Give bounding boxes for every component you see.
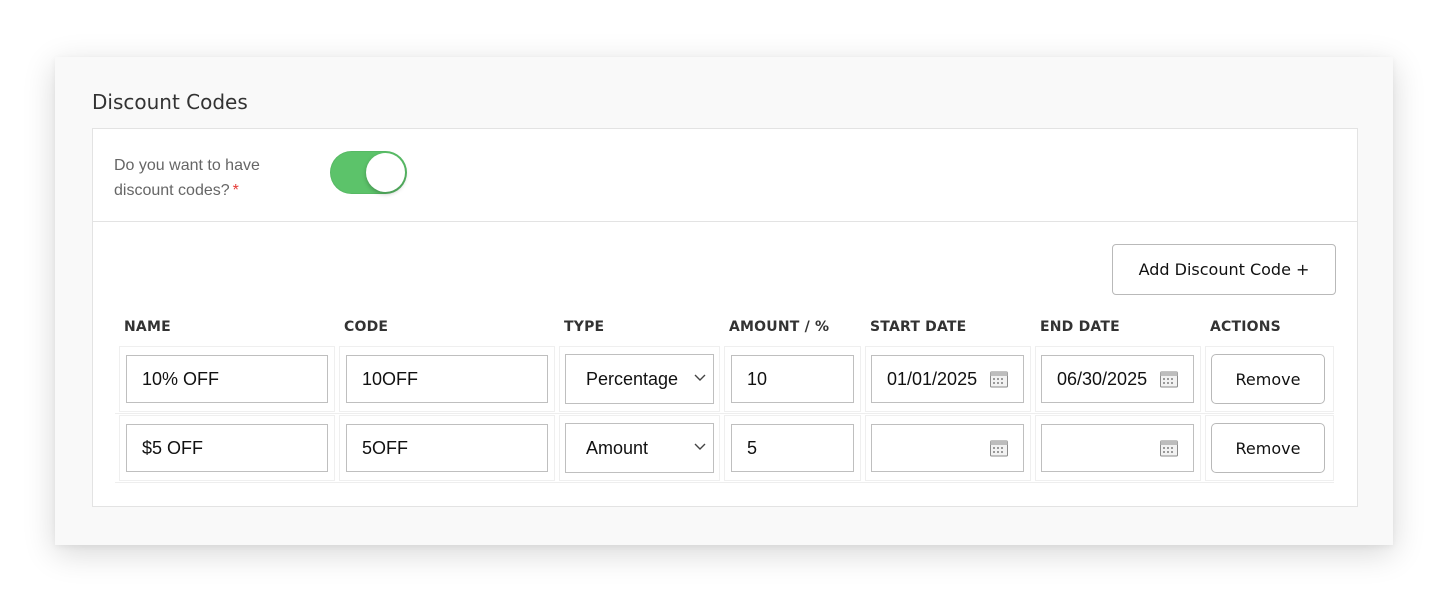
amount-value: 10 bbox=[747, 368, 768, 389]
code-input[interactable]: 5OFF bbox=[346, 424, 548, 472]
amount-input[interactable]: 5 bbox=[731, 424, 854, 472]
name-input[interactable]: 10% OFF bbox=[126, 355, 328, 403]
type-select[interactable]: Amount bbox=[565, 423, 714, 473]
toggle-row: Do you want to have discount codes? * bbox=[93, 129, 1357, 222]
column-header-amount: AMOUNT / % bbox=[729, 319, 830, 335]
calendar-icon[interactable] bbox=[1159, 438, 1179, 458]
column-header-type: TYPE bbox=[564, 319, 605, 335]
calendar-icon[interactable] bbox=[989, 438, 1009, 458]
code-input[interactable]: 10OFF bbox=[346, 355, 548, 403]
add-discount-code-button[interactable]: Add Discount Code + bbox=[1112, 244, 1336, 295]
toggle-knob bbox=[366, 153, 405, 192]
table-row: 10% OFF 10OFF Percentage 10 01/01/2025 0… bbox=[115, 346, 1334, 414]
amount-value: 5 bbox=[747, 437, 758, 458]
type-value: Percentage bbox=[586, 368, 679, 389]
chevron-down-icon bbox=[694, 374, 706, 381]
start-date-input[interactable] bbox=[871, 424, 1024, 472]
end-date-value: 06/30/2025 bbox=[1057, 368, 1148, 389]
amount-input[interactable]: 10 bbox=[731, 355, 854, 403]
name-input[interactable]: $5 OFF bbox=[126, 424, 328, 472]
calendar-icon[interactable] bbox=[989, 369, 1009, 389]
name-value: 10% OFF bbox=[142, 368, 220, 389]
type-value: Amount bbox=[586, 437, 649, 458]
end-date-input[interactable] bbox=[1041, 424, 1194, 472]
section-title: Discount Codes bbox=[92, 90, 248, 114]
code-value: 5OFF bbox=[362, 437, 409, 458]
column-header-actions: ACTIONS bbox=[1210, 319, 1281, 335]
name-value: $5 OFF bbox=[142, 437, 204, 458]
column-header-start-date: START DATE bbox=[870, 319, 967, 335]
discount-codes-panel: Do you want to have discount codes? * Add… bbox=[92, 128, 1358, 507]
discount-codes-card: Discount Codes Do you want to have disco… bbox=[55, 57, 1393, 545]
discount-codes-toggle[interactable] bbox=[330, 151, 407, 194]
end-date-input[interactable]: 06/30/2025 bbox=[1041, 355, 1194, 403]
column-header-end-date: END DATE bbox=[1040, 319, 1120, 335]
remove-button[interactable]: Remove bbox=[1211, 423, 1325, 473]
remove-button[interactable]: Remove bbox=[1211, 354, 1325, 404]
required-mark: * bbox=[232, 182, 239, 199]
column-header-name: NAME bbox=[124, 319, 171, 335]
type-select[interactable]: Percentage bbox=[565, 354, 714, 404]
toggle-question: Do you want to have discount codes? * bbox=[114, 153, 304, 203]
code-value: 10OFF bbox=[362, 368, 419, 389]
table-row: $5 OFF 5OFF Amount 5 Remove bbox=[115, 415, 1334, 483]
start-date-input[interactable]: 01/01/2025 bbox=[871, 355, 1024, 403]
start-date-value: 01/01/2025 bbox=[887, 368, 978, 389]
chevron-down-icon bbox=[694, 443, 706, 450]
column-header-code: CODE bbox=[344, 319, 389, 335]
calendar-icon[interactable] bbox=[1159, 369, 1179, 389]
